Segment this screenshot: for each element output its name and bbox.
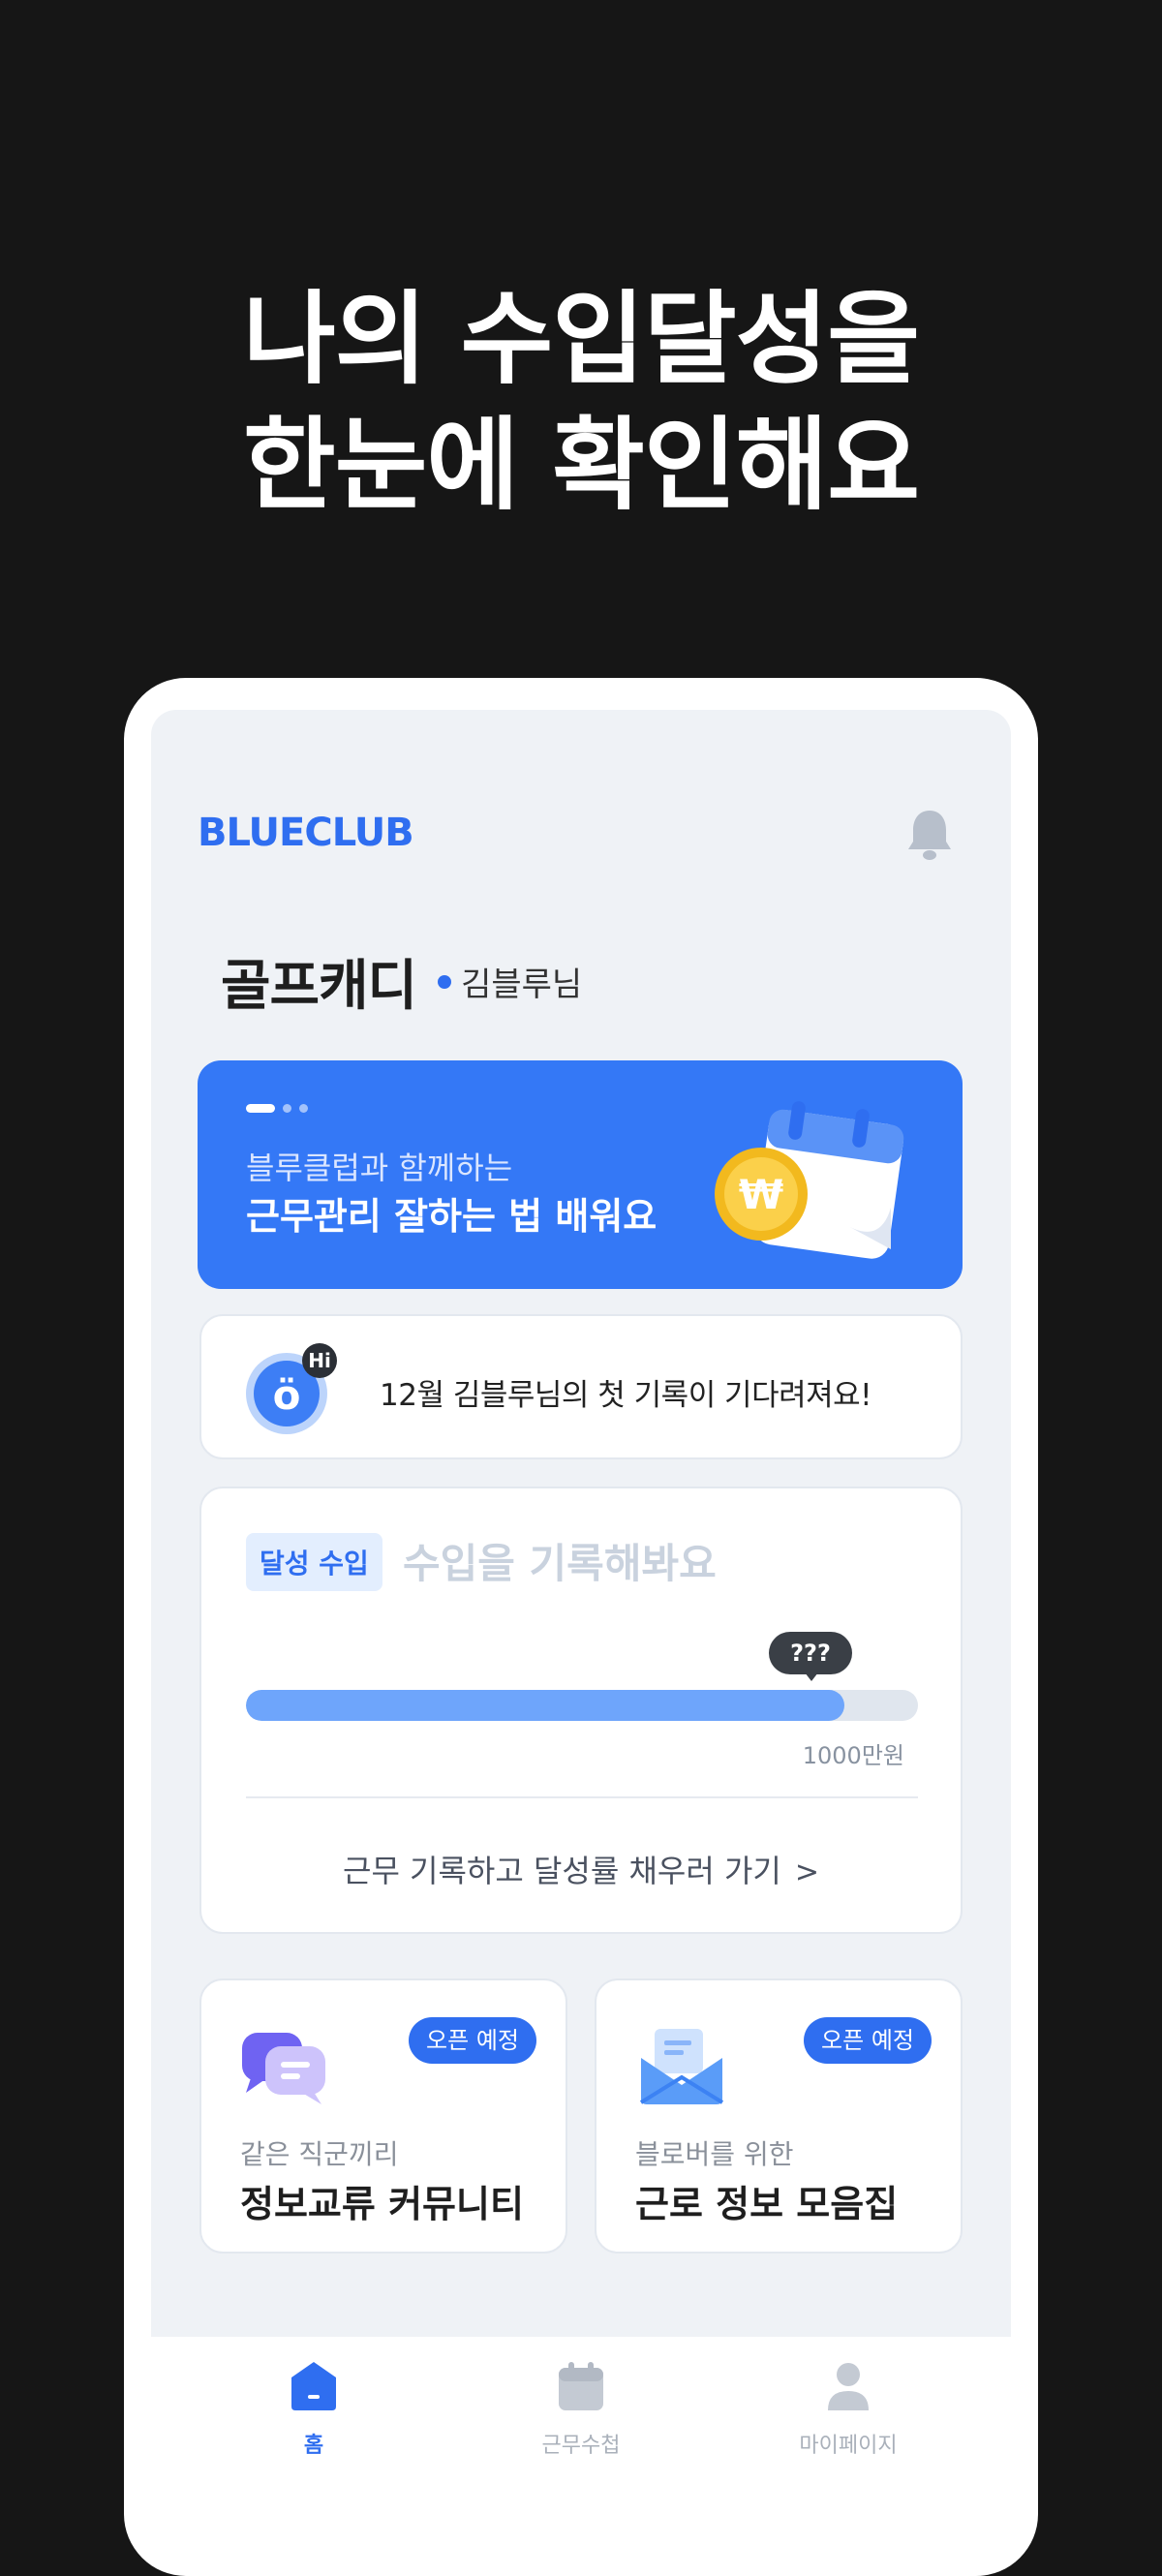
mail-envelope-icon xyxy=(639,2029,724,2104)
user-name: 김블루님 xyxy=(461,966,583,1004)
tab-home[interactable]: 홈 xyxy=(227,2360,401,2459)
banner-title: 근무관리 잘하는 법 배워요 xyxy=(246,1195,657,1238)
bottom-tab-bar: 홈 근무수첩 마이페이지 xyxy=(151,2337,1011,2515)
progress-track xyxy=(246,1690,918,1721)
record-work-link[interactable]: 근무 기록하고 달성률 채우러 가기 > xyxy=(201,1847,961,1891)
income-tag: 달성 수입 xyxy=(246,1533,382,1591)
calendar-coin-icon: ₩ xyxy=(715,1101,904,1259)
home-icon xyxy=(291,2362,336,2410)
bell-icon[interactable] xyxy=(904,807,955,863)
separator-dot xyxy=(438,974,452,989)
person-icon xyxy=(828,2363,869,2410)
tab-work-diary[interactable]: 근무수첩 xyxy=(494,2360,668,2459)
record-work-label: 근무 기록하고 달성률 채우러 가기 xyxy=(343,1853,781,1889)
coming-soon-badge: 오픈 예정 xyxy=(804,2017,932,2064)
coming-soon-badge: 오픈 예정 xyxy=(409,2017,536,2064)
goal-amount: 1000만원 xyxy=(802,1742,904,1769)
community-title: 정보교류 커뮤니티 xyxy=(240,2183,524,2225)
promo-headline: 나의 수입달성을 한눈에 확인해요 xyxy=(0,276,1162,528)
headline-line-1: 나의 수입달성을 xyxy=(243,280,920,398)
promo-banner[interactable]: 블루클럽과 함께하는 근무관리 잘하는 법 배워요 ₩ xyxy=(198,1060,963,1289)
banner-pager xyxy=(246,1104,308,1113)
svg-text:ö: ö xyxy=(273,1371,301,1419)
headline-line-2: 한눈에 확인해요 xyxy=(243,406,920,524)
calendar-icon xyxy=(559,2362,603,2410)
work-info-subtitle: 블로버를 위한 xyxy=(635,2138,794,2170)
tab-home-label: 홈 xyxy=(303,2434,324,2458)
app-screen: BLUECLUB 골프캐디 김블루님 블루클럽과 함께하는 근무관리 잘하는 법… xyxy=(151,710,1011,2337)
progress-fill xyxy=(246,1690,844,1721)
chat-bubbles-icon xyxy=(242,2033,325,2104)
community-card[interactable]: 오픈 예정 같은 직군끼리 정보교류 커뮤니티 xyxy=(199,1978,567,2254)
svg-text:Hi: Hi xyxy=(308,1349,331,1372)
tab-my-page[interactable]: 마이페이지 xyxy=(761,2360,935,2459)
income-placeholder[interactable]: 수입을 기록해봐요 xyxy=(403,1531,717,1590)
greeting-card[interactable]: ö Hi 12월 김블루님의 첫 기록이 기다려져요! xyxy=(199,1314,963,1459)
tab-my-page-label: 마이페이지 xyxy=(799,2434,898,2458)
pager-dot-active xyxy=(246,1104,275,1113)
tab-work-diary-label: 근무수첩 xyxy=(541,2434,621,2458)
progress-tooltip: ??? xyxy=(769,1632,852,1681)
pager-dot xyxy=(299,1104,308,1113)
income-card: 달성 수입 수입을 기록해봐요 ??? 1000만원 근무 기록하고 달성률 채… xyxy=(199,1487,963,1934)
work-info-title: 근로 정보 모음집 xyxy=(635,2183,899,2225)
avatar: ö Hi xyxy=(246,1343,337,1434)
banner-subtitle: 블루클럽과 함께하는 xyxy=(246,1150,513,1186)
pager-dot xyxy=(283,1104,291,1113)
profile-header: 골프캐디 김블루님 xyxy=(221,942,582,1021)
job-title: 골프캐디 xyxy=(221,955,417,1018)
svg-text:₩: ₩ xyxy=(739,1171,783,1218)
community-subtitle: 같은 직군끼리 xyxy=(240,2138,399,2170)
divider xyxy=(246,1796,918,1798)
greeting-message: 12월 김블루님의 첫 기록이 기다려져요! xyxy=(380,1378,872,1413)
work-info-card[interactable]: 오픈 예정 블로버를 위한 근로 정보 모음집 xyxy=(595,1978,963,2254)
chevron-right-icon: > xyxy=(794,1855,819,1889)
app-logo: BLUECLUB xyxy=(198,811,414,855)
